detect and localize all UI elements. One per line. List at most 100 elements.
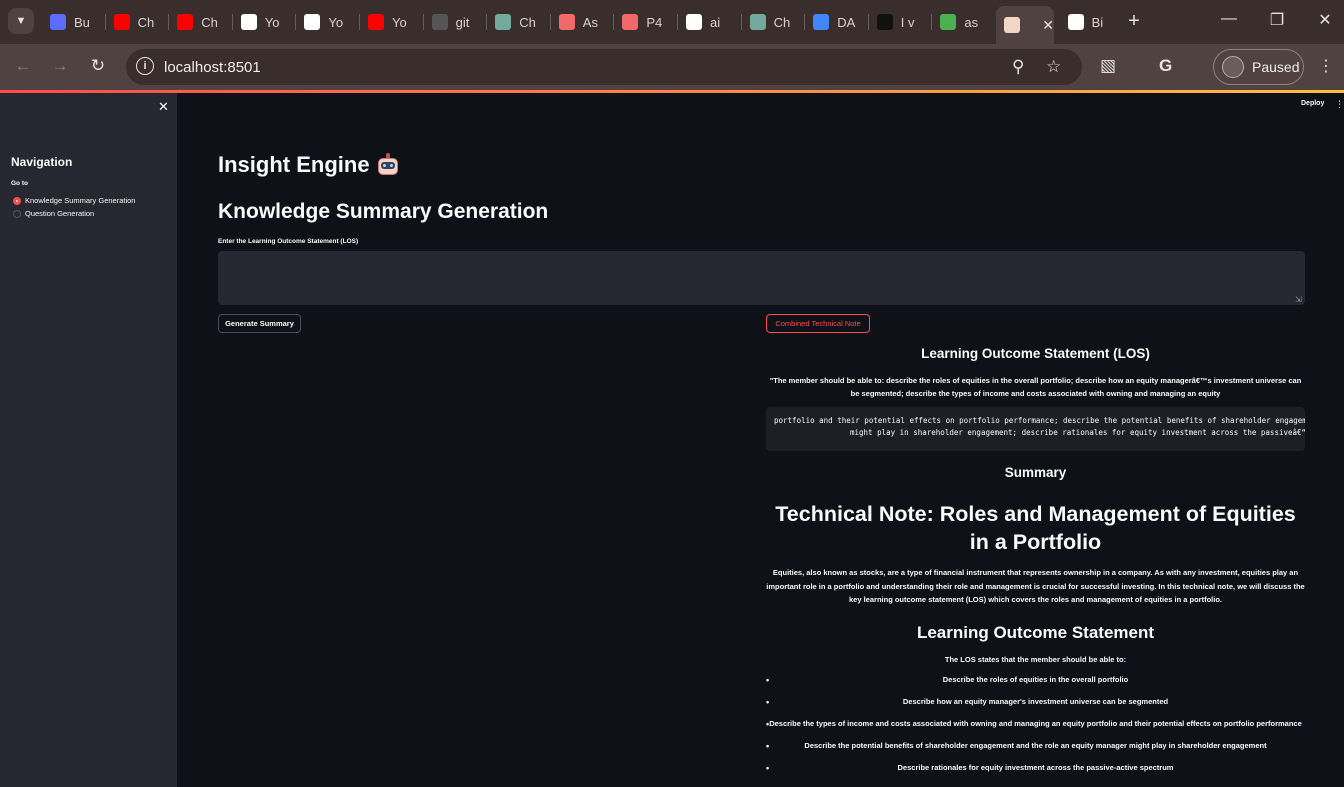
avatar	[1222, 56, 1244, 78]
list-item: Describe the types of income and costs a…	[766, 717, 1305, 739]
sidebar-title: Navigation	[11, 155, 73, 169]
extensions-icon[interactable]: ▧	[1100, 56, 1116, 76]
browser-menu-icon[interactable]: ⋮	[1318, 56, 1334, 76]
robot-icon	[376, 153, 400, 177]
browser-tab[interactable]: Bu	[42, 8, 102, 36]
youtube-icon	[368, 14, 384, 30]
browser-tab[interactable]: git	[424, 8, 484, 36]
profile-button[interactable]: Paused	[1213, 49, 1304, 85]
zoom-icon[interactable]: ⚲	[1012, 57, 1024, 77]
tab-separator	[104, 14, 106, 30]
radio-selected-icon[interactable]	[13, 196, 21, 205]
minimize-button[interactable]: —	[1219, 10, 1239, 28]
code-line: portfolio and their potential effects on…	[774, 416, 1305, 425]
tab-separator	[422, 14, 424, 30]
browser-tab[interactable]: Ch	[106, 8, 166, 36]
intro-paragraph: Equities, also known as stocks, are a ty…	[766, 568, 1305, 604]
browser-tab[interactable]: As	[551, 8, 611, 36]
tab-separator	[740, 14, 742, 30]
tab-title: Ch	[773, 14, 791, 30]
browser-tab[interactable]: Ch	[169, 8, 229, 36]
address-bar[interactable]: i localhost:8501 ⚲ ☆	[126, 49, 1082, 85]
tab-separator	[295, 14, 297, 30]
tab-title: DA	[837, 14, 856, 30]
summary-heading: Summary	[1004, 465, 1067, 480]
google-account-icon[interactable]: G	[1159, 56, 1172, 76]
tab-search-button[interactable]: ▼	[8, 8, 34, 34]
los-section-intro: The LOS states that the member should be…	[944, 655, 1127, 664]
los-text: "The member should be able to: describe …	[769, 376, 1302, 398]
tech-note-title: Technical Note: Roles and Management of …	[775, 502, 1296, 554]
back-button[interactable]: ←	[12, 56, 34, 76]
forward-button[interactable]: →	[49, 56, 71, 76]
tab-title: Ch	[519, 14, 536, 30]
browser-tab[interactable]: ✕	[996, 6, 1054, 44]
tab-title: As	[582, 14, 598, 30]
tab-separator	[804, 14, 806, 30]
tab-title: Yo	[392, 14, 407, 30]
tab-title: I v	[900, 14, 915, 30]
radio-unselected-icon[interactable]	[13, 209, 21, 218]
hexagon-icon	[50, 14, 66, 30]
bookmark-star-icon[interactable]: ☆	[1046, 57, 1061, 77]
github-icon	[431, 14, 448, 30]
deploy-button[interactable]: Deploy	[1301, 100, 1324, 107]
list-item: Describe the roles of equities in the ov…	[766, 673, 1305, 695]
radio-question-generation[interactable]: Question Generation	[13, 209, 94, 218]
github-icon	[304, 14, 321, 30]
code-line: might play in shareholder engagement; de…	[850, 428, 1305, 437]
code-block: portfolio and their potential effects on…	[766, 407, 1305, 451]
los-textarea[interactable]	[218, 251, 1305, 305]
app-title-text: Insight Engine	[218, 152, 370, 177]
profile-status-label: Paused	[1252, 59, 1300, 75]
youtube-icon	[113, 14, 130, 30]
site-info-icon[interactable]: i	[136, 57, 154, 75]
tab-title: as	[964, 14, 979, 30]
browser-tab[interactable]: Yo	[233, 8, 293, 36]
tab-title: Bu	[74, 14, 90, 30]
browser-tab[interactable]: Bi	[1060, 8, 1120, 36]
browser-tab[interactable]: ai	[678, 8, 738, 36]
browser-tab[interactable]: as	[932, 8, 992, 36]
list-item: Describe rationales for equity investmen…	[766, 761, 1305, 783]
tab-separator	[549, 14, 551, 30]
google-icon	[686, 14, 702, 30]
asana-icon	[622, 14, 639, 30]
tab-separator	[168, 14, 170, 30]
app-menu-icon[interactable]: ⋮	[1335, 99, 1344, 110]
tab-separator	[613, 14, 615, 30]
close-window-button[interactable]: ✕	[1315, 10, 1335, 30]
docs-icon	[813, 14, 830, 30]
github-icon	[1067, 14, 1084, 30]
radio-knowledge-summary[interactable]: Knowledge Summary Generation	[13, 196, 135, 205]
tab-separator	[867, 14, 869, 30]
browser-tab[interactable]: DA	[805, 8, 865, 36]
chatgpt-icon	[495, 14, 512, 30]
tab-title: Bi	[1091, 14, 1104, 30]
green-app-icon	[940, 14, 957, 30]
browser-tab[interactable]: Yo	[360, 8, 420, 36]
browser-tab[interactable]: P4	[614, 8, 674, 36]
reload-button[interactable]: ↻	[87, 56, 109, 76]
tab-title: Yo	[264, 14, 280, 30]
youtube-icon	[177, 14, 194, 30]
github-icon	[240, 14, 257, 30]
tab-title: Ch	[201, 14, 218, 30]
generate-summary-button[interactable]: Generate Summary	[218, 314, 301, 333]
restore-button[interactable]: ❐	[1267, 10, 1287, 30]
address-url[interactable]: localhost:8501	[164, 59, 261, 76]
browser-tab[interactable]: I v	[869, 8, 929, 36]
new-tab-button[interactable]: +	[1124, 10, 1144, 33]
sidebar: ✕ Navigation Go to Knowledge Summary Gen…	[0, 93, 177, 787]
sidebar-close-icon[interactable]: ✕	[158, 99, 169, 115]
tab-separator	[231, 14, 233, 30]
tab-separator	[931, 14, 933, 30]
combined-technical-note-button[interactable]: Combined Technical Note	[766, 314, 870, 333]
browser-tab[interactable]: Ch	[742, 8, 802, 36]
browser-tab[interactable]: Yo	[296, 8, 356, 36]
app-title: Insight Engine	[218, 152, 400, 178]
browser-tab[interactable]: Ch	[487, 8, 547, 36]
los-heading: Learning Outcome Statement (LOS)	[921, 346, 1150, 361]
tab-close-icon[interactable]: ✕	[1042, 17, 1054, 34]
resize-handle-icon[interactable]: ⇲	[1295, 295, 1302, 304]
